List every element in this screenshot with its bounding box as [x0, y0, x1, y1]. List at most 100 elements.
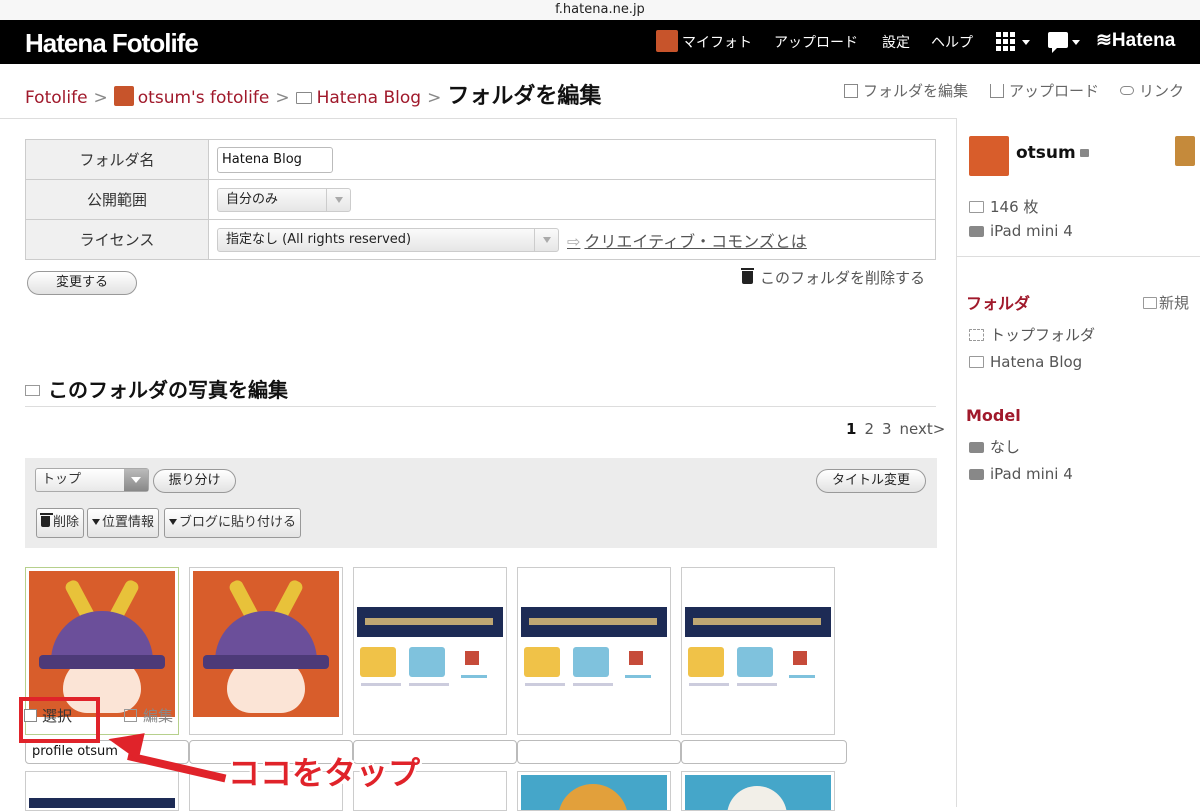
sidebar-folder-top[interactable]: トップフォルダ [969, 324, 1095, 345]
cc-info-link[interactable]: ⇨ クリエイティブ・コモンズとは [567, 228, 807, 252]
visibility-select[interactable]: 自分のみ [217, 187, 351, 212]
photo-count: 146 枚 [969, 196, 1038, 217]
page-1[interactable]: 1 [846, 420, 856, 438]
device-name: iPad mini 4 [969, 222, 1073, 240]
folder-icon [969, 356, 984, 368]
photo-thumbnail[interactable] [25, 771, 179, 811]
photo-image [193, 571, 339, 717]
photo-image [29, 571, 175, 717]
camera-icon [969, 442, 984, 453]
chevron-down-icon [124, 469, 148, 491]
edit-photo-link[interactable]: 編集 [124, 705, 173, 726]
trash-icon [741, 268, 754, 284]
folder-name-input[interactable]: Hatena Blog [217, 146, 333, 173]
photo-image [521, 571, 667, 717]
folder-icon [25, 385, 40, 396]
sidebar-model-none[interactable]: なし [969, 436, 1020, 457]
sidebar-folder-hatena-blog[interactable]: Hatena Blog [969, 353, 1082, 371]
breadcrumb-separator: > [93, 88, 108, 108]
move-folder-select[interactable]: トップ [35, 468, 149, 492]
user-avatar-icon [113, 86, 134, 106]
page-3[interactable]: 3 [882, 420, 892, 438]
photo-toolbar: トップ 振り分け タイトル変更 削除 位置情報 ブログに貼り付ける [25, 458, 937, 548]
nav-upload[interactable]: アップロード [774, 32, 858, 52]
user-avatar-icon [656, 30, 678, 52]
blog-paste-button[interactable]: ブログに貼り付ける [164, 508, 302, 538]
profile-card: otsum 146 枚 iPad mini 4 [957, 118, 1200, 256]
upload-icon [990, 84, 1004, 98]
list-icon [124, 709, 137, 722]
pagination: 1 2 3 next> [846, 420, 953, 438]
url-bar[interactable]: f.hatena.ne.jp [0, 0, 1200, 20]
breadcrumb-user-fotolife[interactable]: otsum's fotolife [138, 88, 270, 108]
page-title: フォルダを編集 [447, 84, 602, 109]
delete-button[interactable]: 削除 [36, 508, 85, 538]
page-2[interactable]: 2 [864, 420, 874, 438]
photo-thumbnail[interactable] [353, 567, 507, 735]
caret-down-icon [169, 519, 177, 525]
license-select[interactable]: 指定なし (All rights reserved) [217, 227, 559, 252]
photo-thumbnail[interactable] [681, 771, 835, 811]
link-link[interactable]: リンク [1120, 80, 1184, 101]
photo-thumbnail[interactable] [517, 567, 671, 735]
photo-thumbnail[interactable] [189, 567, 343, 735]
photo-thumbnail[interactable] [681, 567, 835, 735]
folder-settings-form: フォルダ名 Hatena Blog 公開範囲 自分のみ ライセンス 指定なし (… [25, 139, 936, 260]
apps-grid-icon[interactable] [996, 32, 1016, 52]
photo-image [685, 571, 831, 717]
breadcrumb-folder[interactable]: Hatena Blog [317, 88, 422, 108]
chevron-down-icon [1022, 40, 1030, 45]
comment-icon[interactable] [1048, 32, 1068, 53]
camera-icon [969, 469, 984, 480]
retitle-button[interactable]: タイトル変更 [816, 469, 926, 493]
trash-icon [40, 513, 53, 527]
url-text: f.hatena.ne.jp [555, 2, 645, 17]
link-icon [1120, 86, 1134, 95]
license-label: ライセンス [25, 219, 209, 260]
breadcrumb-separator: > [275, 88, 290, 108]
chevron-down-icon [326, 188, 350, 211]
folder-icon [295, 92, 312, 104]
photo-title-input[interactable] [681, 740, 847, 764]
annotation-text: ココをタップ [228, 754, 421, 792]
delete-folder-link[interactable]: このフォルダを削除する [741, 267, 925, 288]
location-button[interactable]: 位置情報 [87, 508, 160, 538]
lock-icon [1079, 149, 1089, 157]
fotolife-logo[interactable]: Hatena Fotolife [25, 28, 199, 59]
section-title: このフォルダの写真を編集 [25, 374, 288, 403]
photos-icon [969, 201, 984, 213]
next-page-link[interactable]: next> [900, 420, 946, 438]
sidebar: otsum 146 枚 iPad mini 4 フォルダ 新規 トップフォルダ … [956, 118, 1200, 807]
medal-icon [1175, 136, 1195, 166]
divider [957, 256, 1200, 257]
photo-image [357, 571, 503, 717]
caret-down-icon [92, 519, 100, 525]
nav-myphoto[interactable]: マイフォト [656, 30, 752, 54]
nav-help[interactable]: ヘルプ [931, 32, 973, 52]
list-icon [844, 84, 858, 98]
folder-heading: フォルダ [966, 294, 1031, 313]
hatena-logo[interactable]: ≋Hatena [1096, 29, 1175, 52]
breadcrumb-separator: > [427, 88, 442, 108]
new-folder-link[interactable]: 新規 [1143, 292, 1189, 313]
username[interactable]: otsum [1016, 143, 1089, 163]
submit-button[interactable]: 変更する [27, 271, 137, 295]
upload-link[interactable]: アップロード [990, 80, 1099, 101]
folder-icon [969, 329, 984, 341]
breadcrumb: Fotolife > otsum's fotolife > Hatena Blog > フォ… [25, 78, 602, 109]
nav-settings[interactable]: 設定 [882, 32, 910, 52]
breadcrumb-fotolife[interactable]: Fotolife [25, 88, 88, 108]
new-folder-icon [1143, 297, 1157, 309]
avatar[interactable] [969, 136, 1009, 176]
photo-title-input[interactable] [517, 740, 681, 764]
divider [25, 406, 936, 407]
visibility-label: 公開範囲 [25, 179, 209, 220]
photo-thumbnail[interactable] [517, 771, 671, 811]
highlight-box [19, 697, 100, 743]
sort-button[interactable]: 振り分け [153, 469, 236, 493]
global-header: Hatena Fotolife マイフォト アップロード 設定 ヘルプ ≋Hat… [0, 20, 1200, 64]
edit-folder-link[interactable]: フォルダを編集 [844, 80, 968, 101]
chevron-down-icon [534, 228, 558, 251]
arrow-right-icon: ⇨ [567, 231, 581, 251]
sidebar-model-ipad[interactable]: iPad mini 4 [969, 465, 1073, 483]
